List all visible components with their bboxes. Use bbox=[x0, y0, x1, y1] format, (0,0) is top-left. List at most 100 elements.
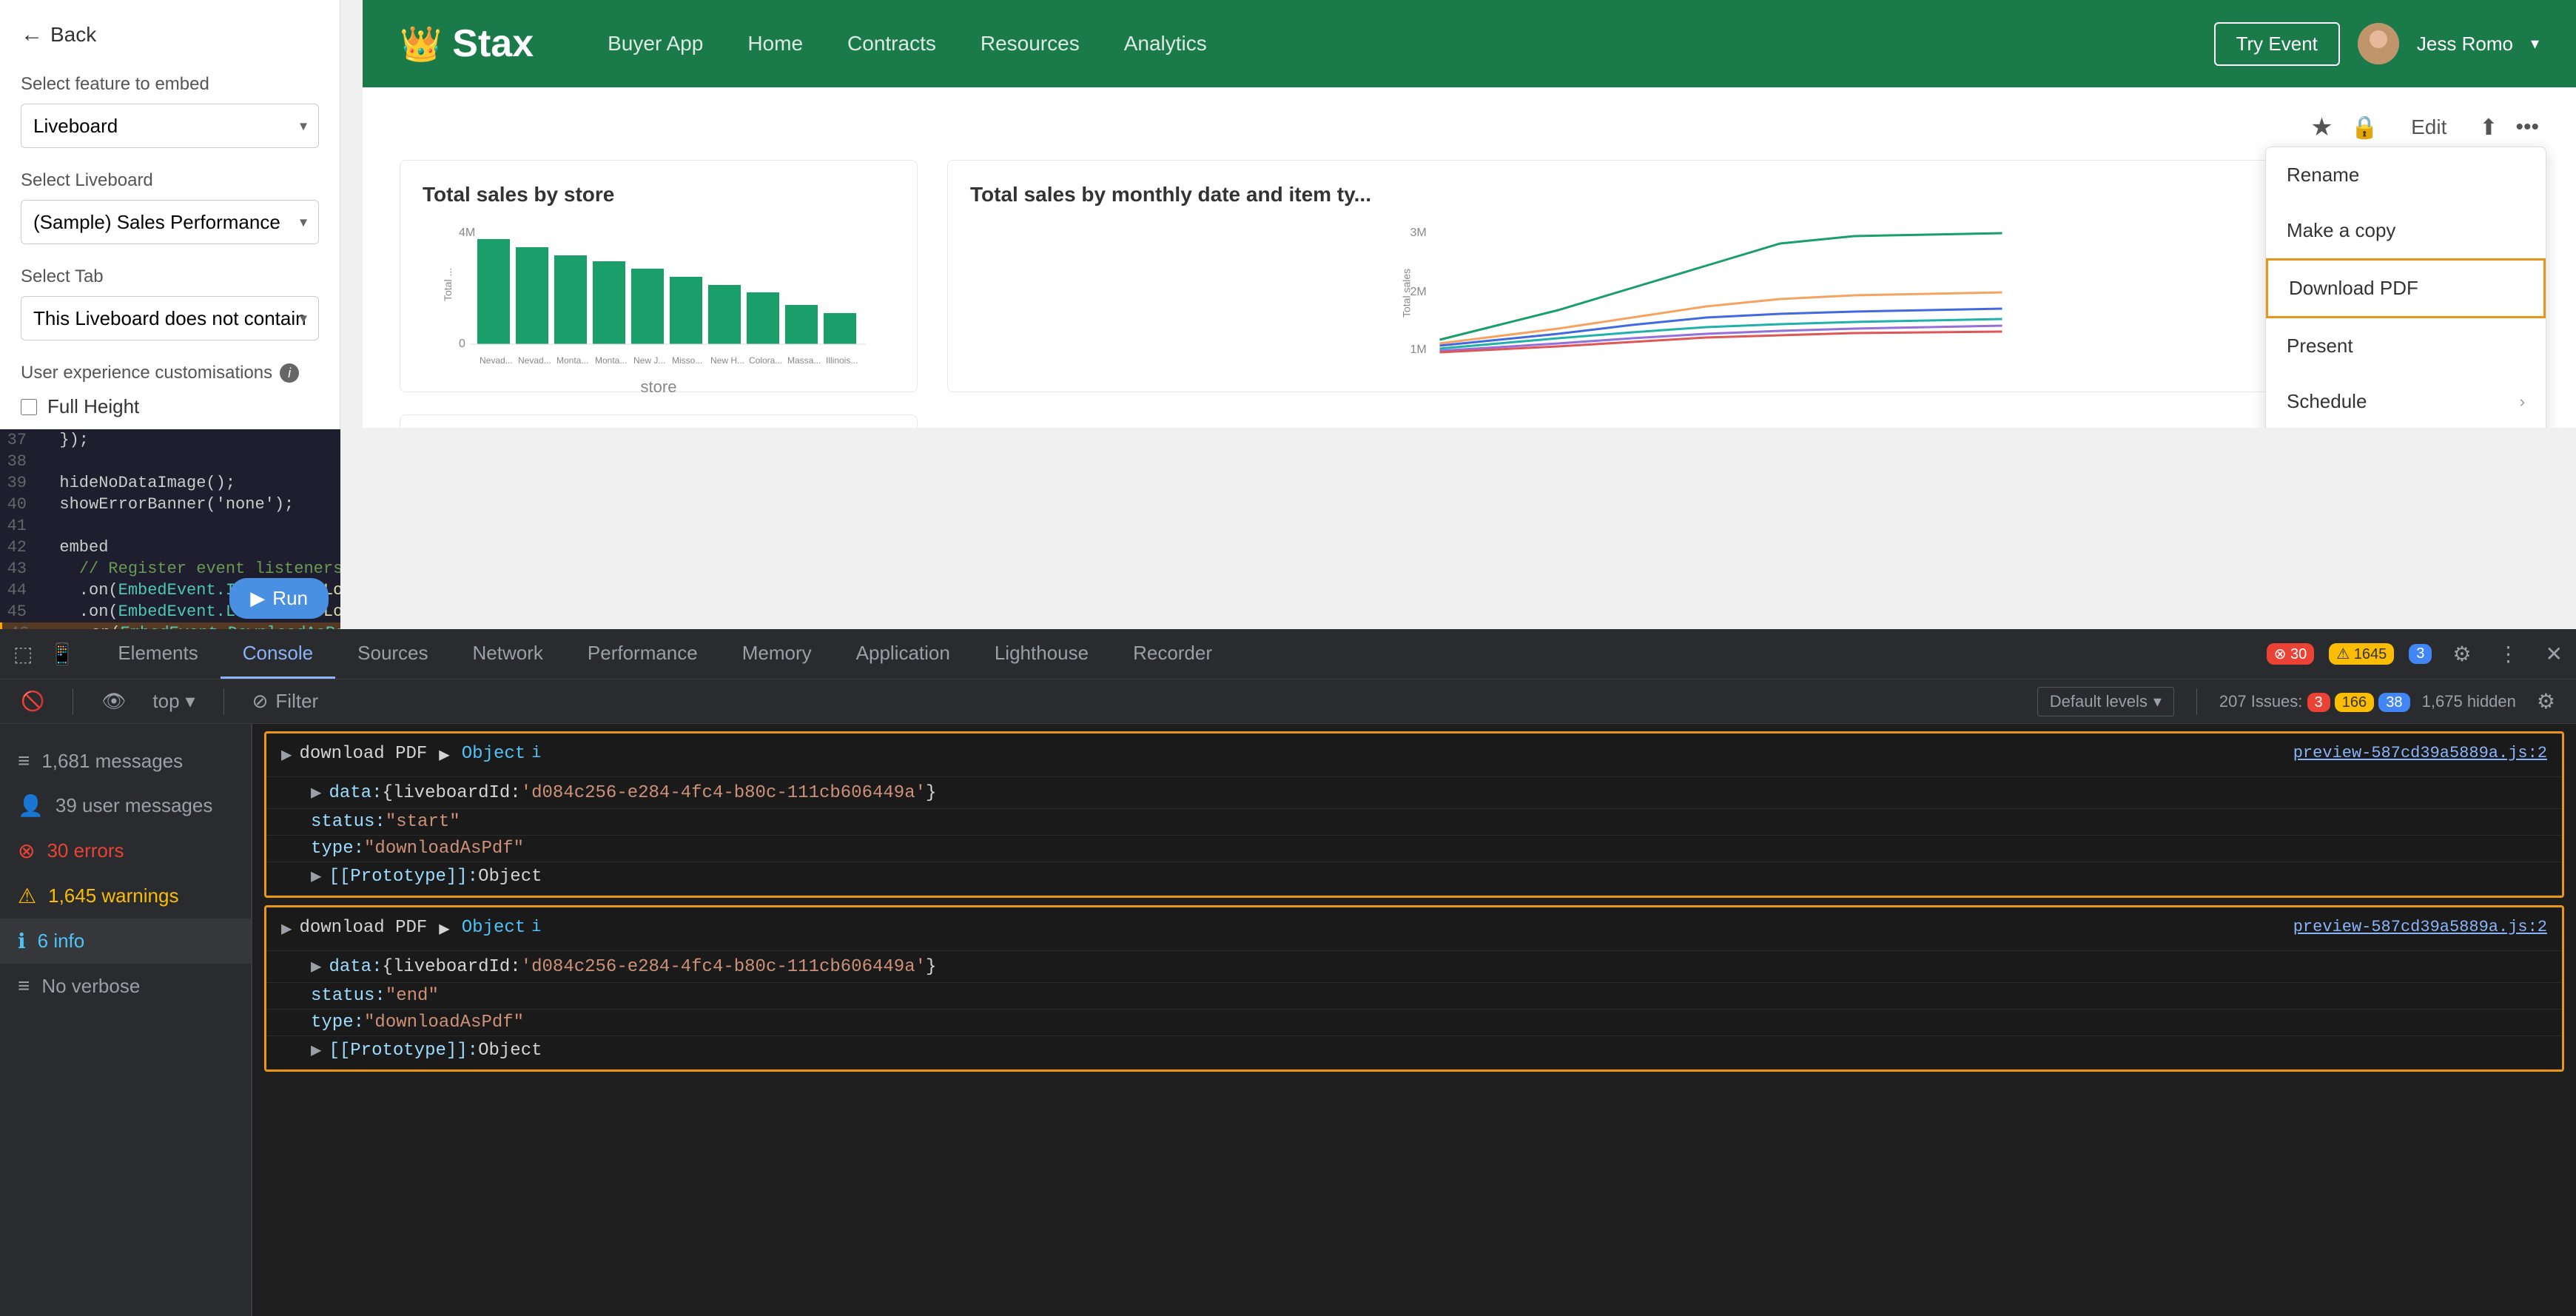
tab-elements[interactable]: Elements bbox=[95, 629, 220, 679]
devtools-tabs: ⬚ 📱 Elements Console Sources Network Per… bbox=[0, 629, 2576, 679]
star-icon[interactable]: ★ bbox=[2310, 113, 2333, 142]
svg-text:Nevad...: Nevad... bbox=[518, 355, 551, 366]
run-label: Run bbox=[272, 587, 308, 610]
tab-performance[interactable]: Performance bbox=[565, 629, 720, 679]
info-icon-sidebar: ℹ bbox=[18, 929, 26, 953]
devtools-inspect-icon[interactable]: ⬚ bbox=[7, 636, 38, 672]
tab-console[interactable]: Console bbox=[221, 629, 335, 679]
nav-resources[interactable]: Resources bbox=[981, 32, 1080, 56]
lock-icon[interactable]: 🔒 bbox=[2351, 115, 2378, 141]
left-panel: ← Back Select feature to embed Liveboard… bbox=[0, 0, 340, 429]
try-event-button[interactable]: Try Event bbox=[2214, 22, 2340, 66]
expand-proto-icon-2[interactable]: ▶ bbox=[311, 1039, 321, 1061]
console-sub-1-type: type: "downloadAsPdf" bbox=[266, 836, 2562, 862]
nav-contracts[interactable]: Contracts bbox=[847, 32, 936, 56]
more-options-icon[interactable]: ••• bbox=[2515, 115, 2539, 140]
console-eye-icon[interactable]: 👁 bbox=[95, 684, 132, 719]
run-button[interactable]: ▶ Run bbox=[229, 578, 329, 619]
svg-text:Monta...: Monta... bbox=[556, 355, 588, 366]
line-number: 38 bbox=[0, 452, 40, 471]
object-label-1[interactable]: Object bbox=[462, 744, 525, 764]
warning-count-badge: ⚠ 1645 bbox=[2329, 643, 2394, 665]
expand-data-icon-1[interactable]: ▶ bbox=[311, 782, 321, 804]
user-icon: 👤 bbox=[18, 793, 44, 818]
verbose-label: No verbose bbox=[41, 975, 140, 998]
devtools-more-icon[interactable]: ⋮ bbox=[2492, 636, 2525, 672]
tab-memory[interactable]: Memory bbox=[720, 629, 834, 679]
messages-icon: ≡ bbox=[18, 749, 30, 773]
nav-home[interactable]: Home bbox=[747, 32, 803, 56]
ux-customisations-header: User experience customisations i bbox=[21, 363, 319, 383]
full-height-label: Full Height bbox=[47, 395, 139, 418]
error-count-badge: ⊗ 30 bbox=[2267, 643, 2315, 665]
user-dropdown-icon[interactable]: ▾ bbox=[2531, 34, 2539, 53]
nav-buyer-app[interactable]: Buyer App bbox=[608, 32, 703, 56]
nav-analytics[interactable]: Analytics bbox=[1124, 32, 1207, 56]
svg-text:Nevad...: Nevad... bbox=[480, 355, 513, 366]
feature-select[interactable]: Liveboard bbox=[21, 104, 319, 148]
devtools-settings-icon[interactable]: ⚙ bbox=[2446, 636, 2477, 672]
menu-download-pdf[interactable]: Download PDF bbox=[2266, 258, 2546, 318]
file-ref-1[interactable]: preview-587cd39a5889a.js:2 bbox=[2293, 744, 2547, 762]
share-icon[interactable]: ⬆ bbox=[2479, 115, 2498, 141]
issues-settings-icon[interactable]: ⚙ bbox=[2531, 683, 2561, 719]
sidebar-errors[interactable]: ⊗ 30 errors bbox=[0, 828, 251, 873]
second-chart-row: Total sales by item type bbox=[400, 414, 2539, 428]
schedule-arrow-icon: › bbox=[2520, 392, 2525, 412]
menu-schedule[interactable]: Schedule › bbox=[2266, 374, 2546, 428]
svg-text:Monta...: Monta... bbox=[595, 355, 627, 366]
bar-chart: 4M 0 Total ... bbox=[423, 221, 895, 369]
code-line-40: 40 showErrorBanner('none'); bbox=[0, 494, 340, 515]
tab-lighthouse[interactable]: Lighthouse bbox=[972, 629, 1111, 679]
expand-data-icon-2[interactable]: ▶ bbox=[311, 956, 321, 978]
tab-network[interactable]: Network bbox=[451, 629, 565, 679]
expand-icon-2[interactable]: ▶ bbox=[281, 918, 292, 940]
tab-select[interactable]: This Liveboard does not contain tabs bbox=[21, 296, 319, 340]
code-line-42: 42 embed bbox=[0, 537, 340, 558]
back-label: Back bbox=[50, 23, 96, 47]
sales-by-store-card: Total sales by store 4M 0 Total ... bbox=[400, 160, 918, 392]
tab-sources[interactable]: Sources bbox=[335, 629, 450, 679]
full-height-checkbox[interactable] bbox=[21, 399, 37, 415]
object-info-icon-2: i bbox=[531, 918, 541, 936]
console-highlighted-block-1: ▶ download PDF ▶ Object i preview-587cd3… bbox=[264, 731, 2564, 898]
expand-icon-1[interactable]: ▶ bbox=[281, 744, 292, 766]
object-label-2[interactable]: Object bbox=[462, 918, 525, 938]
sidebar-all-messages[interactable]: ≡ 1,681 messages bbox=[0, 739, 251, 783]
dashboard: ★ 🔒 Edit ⬆ ••• Total sales by store 4M 0… bbox=[363, 87, 2576, 428]
back-button[interactable]: ← Back bbox=[21, 22, 96, 47]
liveboard-select[interactable]: (Sample) Sales Performance bbox=[21, 200, 319, 244]
toolbar-separator-2 bbox=[223, 688, 224, 715]
context-menu: Rename Make a copy Download PDF Present … bbox=[2265, 147, 2546, 428]
menu-rename[interactable]: Rename bbox=[2266, 147, 2546, 203]
line-number: 39 bbox=[0, 474, 40, 492]
sidebar-user-messages[interactable]: 👤 39 user messages bbox=[0, 783, 251, 828]
user-name: Jess Romo bbox=[2417, 33, 2513, 56]
sidebar-verbose[interactable]: ≡ No verbose bbox=[0, 964, 251, 1008]
devtools-device-icon[interactable]: 📱 bbox=[43, 636, 81, 672]
console-sub-2-status: status: "end" bbox=[266, 983, 2562, 1010]
edit-button[interactable]: Edit bbox=[2396, 110, 2461, 145]
top-nav: 👑 Stax Buyer App Home Contracts Resource… bbox=[363, 0, 2576, 87]
svg-text:Illinois...: Illinois... bbox=[826, 355, 858, 366]
sales-by-store-title: Total sales by store bbox=[423, 183, 895, 207]
svg-text:3M: 3M bbox=[1410, 226, 1427, 239]
filter-button[interactable]: ⊘ Filter bbox=[246, 684, 325, 719]
default-levels-button[interactable]: Default levels ▾ bbox=[2037, 687, 2174, 716]
sidebar-warnings[interactable]: ⚠ 1,645 warnings bbox=[0, 873, 251, 919]
full-height-option[interactable]: Full Height bbox=[21, 395, 319, 418]
tab-recorder[interactable]: Recorder bbox=[1111, 629, 1234, 679]
svg-text:New J...: New J... bbox=[633, 355, 665, 366]
clear-console-icon[interactable]: 🚫 bbox=[15, 684, 50, 719]
menu-present[interactable]: Present bbox=[2266, 318, 2546, 374]
console-sub-1-status: status: "start" bbox=[266, 809, 2562, 836]
top-context-selector[interactable]: top ▾ bbox=[147, 684, 201, 719]
console-entry-2: ▶ download PDF ▶ Object i preview-587cd3… bbox=[266, 907, 2562, 951]
menu-schedule-label: Schedule bbox=[2287, 390, 2367, 413]
menu-make-copy[interactable]: Make a copy bbox=[2266, 203, 2546, 258]
file-ref-2[interactable]: preview-587cd39a5889a.js:2 bbox=[2293, 918, 2547, 936]
sidebar-info[interactable]: ℹ 6 info bbox=[0, 919, 251, 964]
expand-proto-icon-1[interactable]: ▶ bbox=[311, 865, 321, 887]
devtools-close-icon[interactable]: ✕ bbox=[2540, 636, 2569, 672]
tab-application[interactable]: Application bbox=[834, 629, 972, 679]
